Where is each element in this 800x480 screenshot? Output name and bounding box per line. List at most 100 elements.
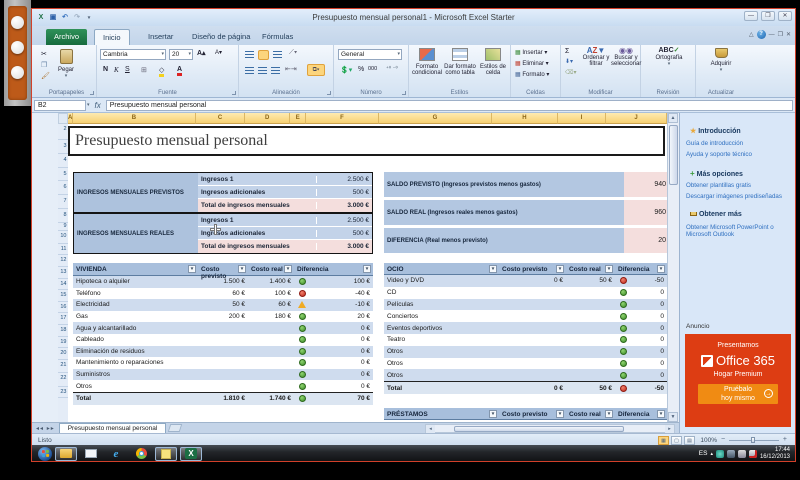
cell-diferencia[interactable]: -40 € [310,290,373,297]
indent-icons[interactable]: ⇤⇥ [285,65,297,73]
tab-insertar[interactable]: Insertar [140,29,181,45]
row-header[interactable]: 6 [58,181,68,195]
ad-cta-button[interactable]: Pruébalo hoy mismo → [698,384,778,404]
filter-dropdown-icon[interactable]: ▾ [605,410,613,418]
taskbar-notes-button[interactable] [155,447,177,461]
align-bottom-icon[interactable] [273,51,282,59]
cell-category[interactable]: Otros [73,383,198,390]
cell-diferencia[interactable]: 0 [631,348,667,355]
table-row[interactable]: Teatro 0 [384,334,667,346]
name-box[interactable]: B2 [34,100,86,111]
delete-cells-button[interactable]: ▦ Eliminar ▾ [515,60,549,67]
formula-input[interactable]: Presupuesto mensual personal [106,100,793,111]
filter-dropdown-icon[interactable]: ▾ [657,265,665,273]
table-header-cell[interactable]: Costo real▾ [248,263,294,275]
decimal-icons[interactable]: ⁺⁰ ⁻⁰ [386,66,398,72]
format-cells-button[interactable]: ▦ Formato ▾ [515,71,549,78]
borders-icon[interactable]: ⊞ [141,66,147,74]
income-row-label[interactable]: Ingresos adicionales [198,189,317,196]
cell-costo-previsto[interactable]: 200 € [198,313,248,320]
italic-button[interactable]: K [114,66,119,74]
sheet-tab-active[interactable]: Presupuesto mensual personal [59,423,167,433]
column-header[interactable]: J [606,113,667,124]
cell-category[interactable]: Eventos deportivos [384,325,499,332]
tray-clock[interactable]: 17:44 16/12/2013 [760,447,793,461]
find-select-button[interactable]: ◉◉ Buscar y seleccionar [611,48,641,68]
tab-diseno-de-pagina[interactable]: Diseño de página [184,29,258,45]
workbook-close-icon[interactable]: ✕ [786,31,791,38]
zoom-in-icon[interactable]: + [783,436,787,443]
table-row[interactable]: Otros 0 [384,358,667,370]
cell-costo-real[interactable]: 1.400 € [248,278,294,285]
dialog-launcher-icon[interactable] [90,91,94,95]
cell-costo-previsto[interactable]: 0 € [499,277,566,284]
normal-view-icon[interactable]: ▦ [658,436,669,445]
total-diferencia[interactable]: 70 € [310,395,373,402]
cell-category[interactable]: Teatro [384,336,499,343]
table-row[interactable]: Conciertos 0 [384,310,667,322]
column-header[interactable]: G [379,113,492,124]
total-costo-real[interactable]: 50 € [566,385,615,392]
table-header-cell[interactable]: Diferencia▾ [294,263,373,275]
name-box-dropdown-icon[interactable]: ▾ [87,102,90,108]
income-row-value[interactable]: 3.000 € [317,202,372,209]
cut-icon[interactable]: ✂ [41,50,47,58]
cell-category[interactable]: Conciertos [384,313,499,320]
row-header[interactable]: 8 [58,209,68,223]
table-row[interactable]: Suministros 0 € [73,369,373,381]
table-row[interactable]: Electricidad 50 € 60 € -10 € [73,299,373,311]
underline-button[interactable]: S [125,66,130,73]
row-header[interactable]: 15 [58,290,68,302]
income-row-value[interactable]: 2.500 € [317,217,372,224]
filter-dropdown-icon[interactable]: ▾ [489,265,497,273]
total-costo-previsto[interactable]: 1.810 € [198,395,248,402]
clear-icon[interactable]: ⌫▾ [565,69,577,76]
fill-color-icon[interactable]: ◇ [159,66,164,77]
scrollbar-thumb[interactable] [454,426,624,432]
row-header[interactable]: 23 [58,387,68,399]
language-indicator[interactable]: ES [699,450,708,457]
income-row-value[interactable]: 2.500 € [317,176,372,183]
tray-app-icon[interactable] [716,450,724,458]
start-button[interactable] [38,447,52,461]
cell-costo-previsto[interactable]: 60 € [198,290,248,297]
orientation-icon[interactable]: ⟋▾ [289,49,297,57]
cell-diferencia[interactable]: 100 € [310,278,373,285]
filter-dropdown-icon[interactable]: ▾ [284,265,292,273]
row-header[interactable]: 11 [58,244,68,256]
cell-styles-button[interactable]: Estilos de celda [477,48,509,77]
cell-diferencia[interactable]: 0 € [310,371,373,378]
link-plantillas-gratis[interactable]: Obtener plantillas gratis [686,182,751,189]
cell-category[interactable]: Eliminación de residuos [73,348,198,355]
cell-category[interactable]: Otros [384,348,499,355]
sheet-nav-icons[interactable]: ◂◂ ▸▸ [32,425,59,432]
income-row[interactable]: Total de ingresos mensuales 3.000 € [198,199,372,212]
link-imagenes-predisenadas[interactable]: Descargar imágenes prediseñadas [686,193,782,200]
table-row[interactable]: Video y DVD 0 € 50 € -50 [384,275,667,287]
table-header-cell[interactable]: Costo previsto▾ [499,263,566,274]
number-format-combo[interactable]: General▾ [338,49,402,60]
row-header[interactable]: 4 [58,154,68,168]
table-row[interactable]: Cableado 0 € [73,334,373,346]
row-header[interactable]: 9 [58,223,68,231]
cell-diferencia[interactable]: 0 € [310,359,373,366]
income-row-label[interactable]: Total de ingresos mensuales [198,243,317,250]
income-row-value[interactable]: 500 € [317,230,372,237]
scroll-down-icon[interactable]: ▼ [668,412,678,422]
saldo-value[interactable]: 940 [624,172,667,197]
align-middle-icon[interactable] [258,50,269,60]
select-all-corner[interactable] [58,113,68,124]
total-diferencia[interactable]: -50 [631,385,667,392]
scroll-up-icon[interactable]: ▲ [668,113,678,123]
cell-category[interactable]: Mantenimiento o reparaciones [73,359,198,366]
column-header[interactable]: C [196,113,245,124]
insert-worksheet-icon[interactable] [168,424,183,432]
row-header[interactable]: 3 [58,140,68,154]
autosum-icon[interactable]: Σ [565,48,569,55]
horizontal-scrollbar[interactable]: ◂ ▸ [425,424,675,433]
table-row[interactable]: Eliminación de residuos 0 € [73,346,373,358]
income-row[interactable]: Ingresos adicionales 500 € [198,186,372,199]
taskbar-chrome-button[interactable] [130,447,152,461]
tray-volume-muted-icon[interactable] [749,450,757,458]
saldo-value[interactable]: 20 [624,228,667,253]
